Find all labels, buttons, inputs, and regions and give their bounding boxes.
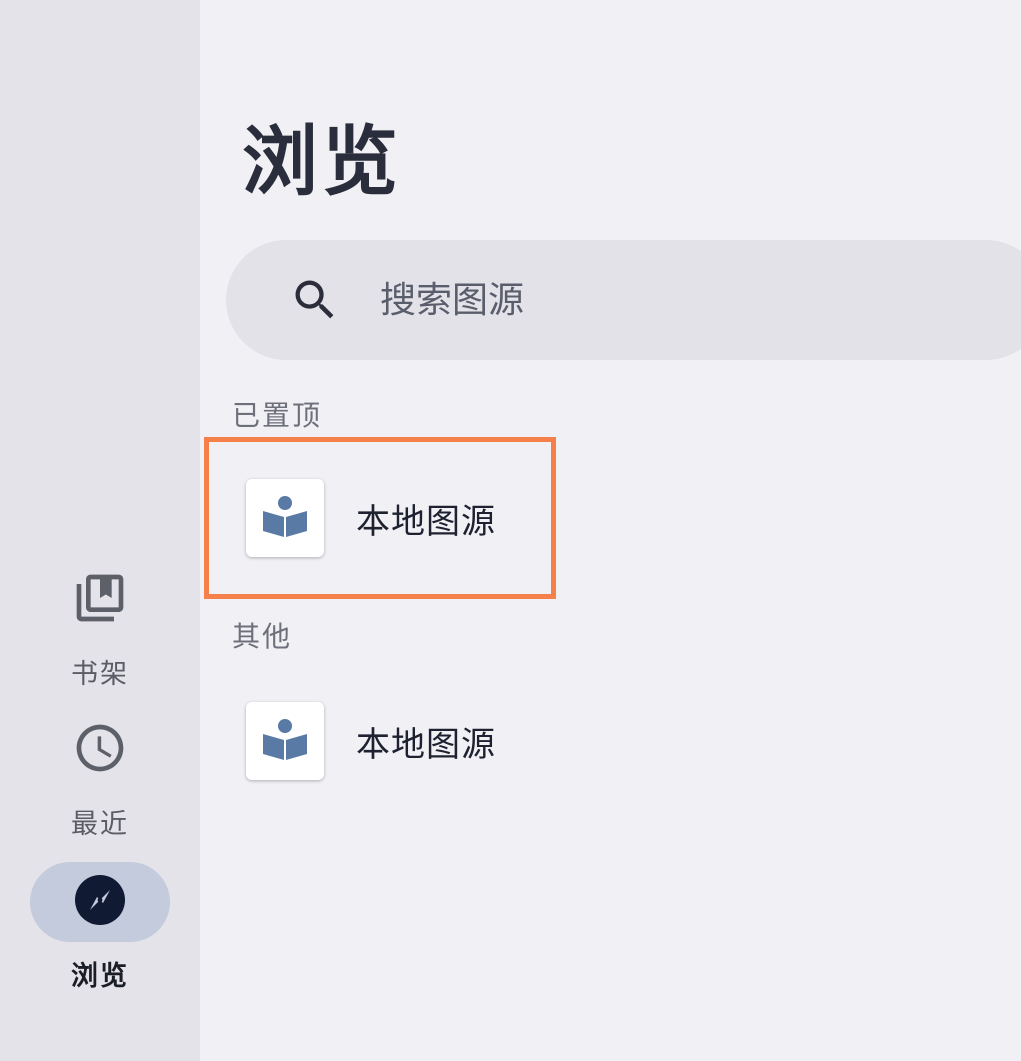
bookshelf-icon	[72, 570, 128, 630]
nav-item-recent[interactable]: 最近	[30, 710, 170, 841]
source-app-tile	[246, 702, 324, 780]
source-app-tile	[246, 479, 324, 557]
book-reader-icon	[260, 491, 310, 545]
compass-icon	[74, 874, 126, 930]
source-name: 本地图源	[356, 724, 496, 765]
nav-icon-container	[30, 710, 170, 790]
section-label-other: 其他	[232, 620, 293, 653]
book-reader-icon	[260, 714, 310, 768]
section-label-pinned: 已置顶	[232, 399, 323, 432]
source-name: 本地图源	[356, 501, 496, 542]
navigation-rail: 书架 最近 浏览	[0, 0, 200, 1061]
search-icon[interactable]	[288, 273, 342, 327]
source-item-other[interactable]: 本地图源	[204, 660, 556, 822]
active-pill	[30, 862, 170, 942]
page-title: 浏览	[242, 117, 402, 206]
clock-icon	[72, 720, 128, 780]
search-bar[interactable]	[226, 240, 1021, 360]
nav-icon-container	[30, 560, 170, 640]
nav-item-library[interactable]: 书架	[30, 560, 170, 691]
nav-label-browse: 浏览	[71, 961, 129, 992]
nav-label-library: 书架	[71, 659, 129, 690]
nav-label-recent: 最近	[71, 809, 129, 840]
source-item-pinned[interactable]: 本地图源	[204, 437, 556, 599]
nav-item-browse[interactable]: 浏览	[30, 862, 170, 993]
search-input[interactable]	[378, 278, 942, 322]
